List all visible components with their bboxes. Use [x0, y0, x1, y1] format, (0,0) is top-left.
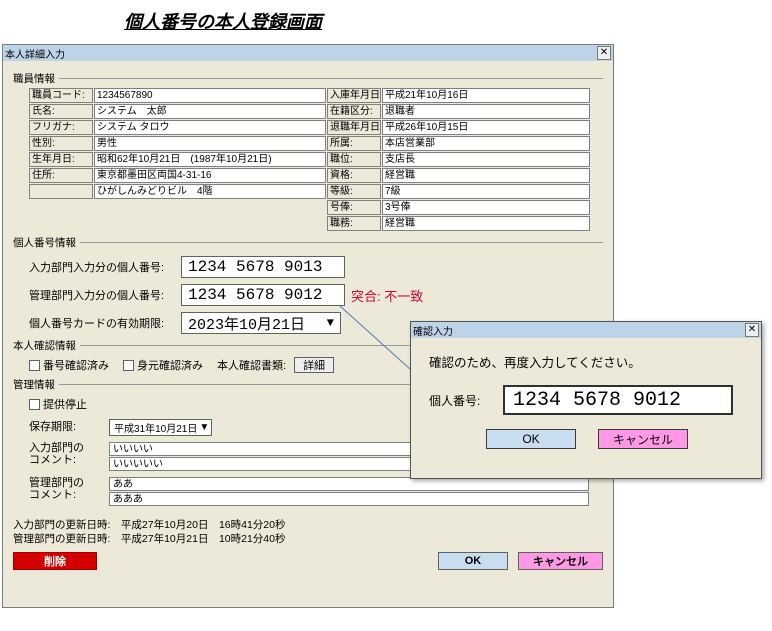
birth-label: 生年月日:	[29, 152, 93, 167]
qual-label: 資格:	[327, 168, 381, 183]
detail-button[interactable]: 詳細	[294, 357, 334, 373]
sex-label: 性別:	[29, 136, 93, 151]
page-title: 個人番号の本人登録画面	[124, 8, 772, 34]
furigana-value: システム タロウ	[94, 120, 326, 135]
addr-label: 住所:	[29, 168, 93, 183]
enrol-label: 在籍区分:	[327, 104, 381, 119]
group-employee: 職員情報 職員コード: 1234567890 入庫年月日: 平成21年10月16…	[13, 71, 603, 231]
popup-message: 確認のため、再度入力してください。	[429, 352, 745, 371]
emp-code-value: 1234567890	[94, 88, 326, 103]
retain-label: 保存期限:	[29, 421, 109, 433]
line-label: 号俸:	[327, 200, 381, 215]
addr-label-2	[29, 184, 93, 199]
delete-button[interactable]: 削除	[13, 552, 97, 570]
mgmt-dept-number-label: 管理部門入力分の個人番号:	[29, 287, 181, 303]
popup-ok-button[interactable]: OK	[486, 429, 576, 449]
popup-number-field[interactable]: 1234 5678 9012	[503, 385, 733, 415]
qual-value: 経営職	[382, 168, 590, 183]
mgmt-comment-field-2[interactable]: あああ	[109, 492, 589, 506]
chevron-down-icon[interactable]: ▼	[199, 422, 209, 433]
popup-cancel-button[interactable]: キャンセル	[598, 429, 688, 449]
input-dept-number-label: 入力部門入力分の個人番号:	[29, 259, 181, 275]
job-label: 職務:	[327, 216, 381, 231]
confirm-doc-label: 本人確認書類:	[217, 357, 286, 373]
grade-value: 7級	[382, 184, 590, 199]
match-status: 突合: 不一致	[351, 286, 423, 305]
card-expiry-label: 個人番号カードの有効期限:	[29, 315, 181, 331]
close-icon[interactable]: ✕	[597, 46, 611, 60]
identity-confirmed-checkbox[interactable]: 身元確認済み	[123, 357, 203, 373]
retire-value: 平成26年10月15日	[382, 120, 590, 135]
group-number-legend: 個人番号情報	[13, 235, 76, 250]
chevron-down-icon[interactable]: ▼	[327, 316, 334, 330]
retain-select[interactable]: 平成31年10月21日 ▼	[109, 419, 212, 436]
input-dept-number-field[interactable]: 1234 5678 9013	[181, 256, 345, 278]
post-label: 職位:	[327, 152, 381, 167]
job-value: 経営職	[382, 216, 590, 231]
dept-value: 本店営業部	[382, 136, 590, 151]
addr-value-2: ひがしんみどりビル 4階	[94, 184, 326, 199]
confirm-popup: 確認入力 ✕ 確認のため、再度入力してください。 個人番号: 1234 5678…	[410, 321, 762, 479]
input-update-time: 入力部門の更新日時: 平成27年10月20日 16時41分20秒	[13, 518, 603, 532]
cancel-button[interactable]: キャンセル	[518, 552, 603, 570]
popup-title: 確認入力	[413, 323, 453, 338]
name-label: 氏名:	[29, 104, 93, 119]
enrol-value: 退職者	[382, 104, 590, 119]
sex-value: 男性	[94, 136, 326, 151]
name-value: システム 太郎	[94, 104, 326, 119]
group-employee-legend: 職員情報	[13, 71, 55, 86]
ok-button[interactable]: OK	[438, 552, 508, 570]
birth-value: 昭和62年10月21日 (1987年10月21日)	[94, 152, 326, 167]
group-confirm-legend: 本人確認情報	[13, 338, 76, 353]
main-window-title: 本人詳細入力	[5, 46, 65, 61]
hire-date-value: 平成21年10月16日	[382, 88, 590, 103]
retire-label: 退職年月日:	[327, 120, 381, 135]
addr-value-1: 東京都墨田区両国4-31-16	[94, 168, 326, 183]
hire-date-label: 入庫年月日:	[327, 88, 381, 103]
group-number: 個人番号情報 入力部門入力分の個人番号: 1234 5678 9013 管理部門…	[13, 235, 603, 334]
card-expiry-field[interactable]: 2023年10月21日 ▼	[181, 312, 341, 334]
group-manage-legend: 管理情報	[13, 377, 55, 392]
furigana-label: フリガナ:	[29, 120, 93, 135]
post-value: 支店長	[382, 152, 590, 167]
stop-provide-checkbox[interactable]: 提供停止	[29, 396, 87, 412]
main-titlebar: 本人詳細入力 ✕	[3, 45, 613, 61]
input-comment-label: 入力部門の コメント:	[29, 442, 109, 466]
dept-label: 所属:	[327, 136, 381, 151]
popup-field-label: 個人番号:	[429, 392, 503, 409]
mgmt-dept-number-field[interactable]: 1234 5678 9012	[181, 284, 345, 306]
grade-label: 等級:	[327, 184, 381, 199]
mgmt-comment-label: 管理部門の コメント:	[29, 477, 109, 501]
popup-titlebar: 確認入力 ✕	[411, 322, 761, 338]
close-icon[interactable]: ✕	[745, 323, 759, 337]
number-confirmed-checkbox[interactable]: 番号確認済み	[29, 357, 109, 373]
line-value: 3号俸	[382, 200, 590, 215]
mgmt-update-time: 管理部門の更新日時: 平成27年10月21日 10時21分40秒	[13, 532, 603, 546]
update-times: 入力部門の更新日時: 平成27年10月20日 16時41分20秒 管理部門の更新…	[13, 518, 603, 546]
emp-code-label: 職員コード:	[29, 88, 93, 103]
